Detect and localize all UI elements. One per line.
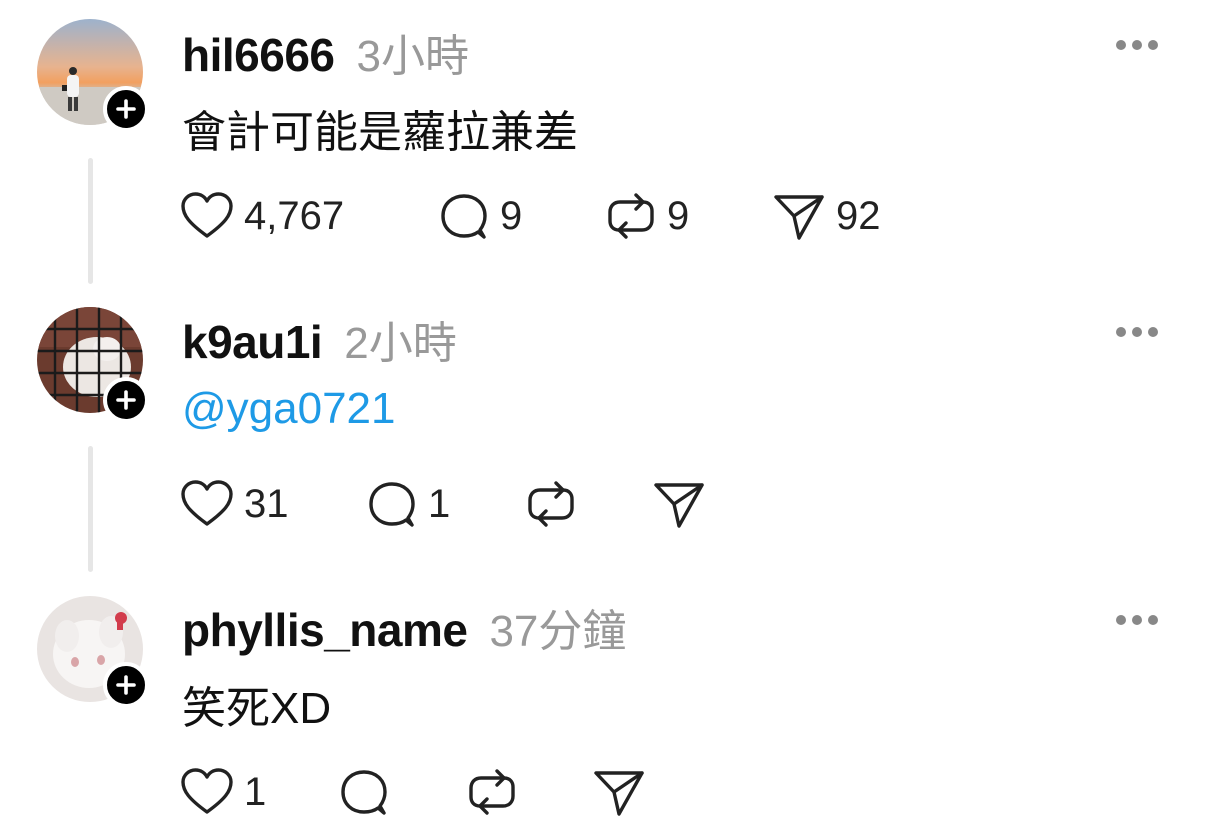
plus-icon (116, 675, 136, 695)
repost-button[interactable] (466, 764, 528, 820)
post-3: phyllis_name 37分鐘 笑死XD 1 (0, 0, 1206, 826)
comment-button[interactable] (338, 764, 400, 820)
more-options-button[interactable] (1113, 610, 1161, 630)
heart-icon (181, 768, 233, 814)
username[interactable]: phyllis_name (182, 603, 468, 657)
post-text: 笑死XD (182, 684, 332, 733)
more-icon (1116, 615, 1158, 625)
repost-icon (469, 769, 515, 815)
timestamp: 37分鐘 (489, 607, 627, 656)
post-header: phyllis_name 37分鐘 (182, 595, 626, 659)
comment-icon (341, 770, 387, 815)
share-button[interactable] (592, 764, 656, 820)
share-icon (594, 771, 644, 816)
like-button[interactable]: 1 (180, 764, 266, 820)
like-count: 1 (244, 769, 267, 814)
follow-button[interactable] (103, 662, 149, 708)
